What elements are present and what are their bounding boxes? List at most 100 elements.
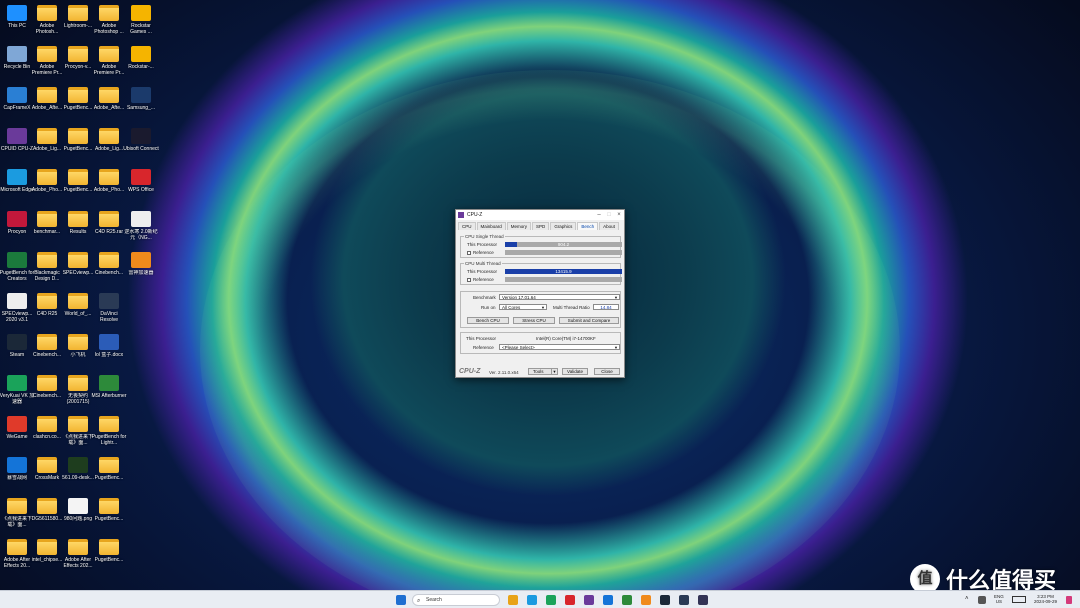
app-icon [7, 251, 27, 268]
desktop-icon[interactable]: PugetBenc... [91, 539, 127, 563]
folder-icon [37, 169, 57, 186]
language-indicator[interactable]: ENG US [994, 594, 1004, 604]
folder-icon [68, 128, 88, 145]
desktop-icon[interactable]: Rockstar Games ... [123, 5, 159, 35]
folder-icon [99, 210, 119, 227]
search-box[interactable]: ⌕ Search [412, 594, 500, 606]
desktop-icon[interactable]: Cinebench... [91, 251, 127, 276]
desktop-icon-label: PugetBenc... [94, 516, 124, 523]
single-this-label: This Processor [467, 242, 498, 247]
desktop-icon[interactable]: WPS Office [123, 169, 159, 193]
benchmark-version-select[interactable]: Version 17.01.64 ▼ [499, 294, 620, 300]
folder-icon [37, 46, 57, 63]
tab-graphics[interactable]: Graphics [550, 222, 577, 230]
validate-button[interactable]: Validate [562, 368, 588, 375]
notification-bell-icon[interactable] [1066, 596, 1072, 604]
folder-icon [99, 128, 119, 145]
start-icon[interactable] [396, 595, 406, 605]
app-icon [7, 5, 27, 21]
desktop-icon[interactable]: PugetBench for Lightr... [91, 416, 127, 446]
region-code: US [995, 599, 1003, 604]
single-reference-checkbox[interactable] [467, 250, 471, 255]
tab-spd[interactable]: SPD [532, 222, 550, 230]
tab-cpu[interactable]: CPU [458, 222, 476, 230]
desktop-icon[interactable]: MSI Afterburner [91, 374, 127, 399]
folder-icon [7, 498, 27, 515]
cpuz-tab-bar: CPU Mainboard Memory SPD Graphics Bench About [456, 222, 624, 230]
app-icon [131, 251, 151, 268]
app-icon [7, 416, 27, 432]
tray-app-icon[interactable] [978, 596, 986, 604]
taskbar-app-icon[interactable] [698, 595, 708, 605]
tab-bench[interactable]: Bench [577, 222, 599, 230]
close-icon[interactable]: × [614, 212, 624, 218]
maximize-icon[interactable]: □ [604, 212, 614, 218]
desktop-icon-label: PugetBench for Lightr... [91, 434, 127, 446]
taskbar-app-icon[interactable] [679, 595, 689, 605]
taskbar-app-icon[interactable] [622, 595, 632, 605]
taskbar-app-icon[interactable] [527, 595, 537, 605]
desktop-icon[interactable]: Ubisoft Connect [123, 128, 159, 152]
taskbar-app-icon[interactable] [565, 595, 575, 605]
desktop-icon[interactable]: Adobe_Pho... [91, 169, 127, 193]
search-icon: ⌕ [417, 598, 421, 604]
taskbar-app-icon[interactable] [641, 595, 651, 605]
single-this-bar: 904.2 [505, 242, 622, 247]
multi-thread-title: CPU Multi Thread [464, 261, 502, 266]
desktop-icon[interactable]: lol 盒子.docx [91, 333, 127, 358]
runon-value: All Cores [502, 305, 521, 310]
desktop-icon[interactable]: DaVinci Resolve [91, 292, 127, 323]
chevron-up-icon[interactable]: ˄ [965, 596, 969, 602]
ratio-value: 14.84 [593, 304, 619, 310]
taskbar-app-icon[interactable] [584, 595, 594, 605]
folder-icon [99, 5, 119, 21]
folder-icon [68, 5, 88, 21]
window-title: CPU-Z [467, 212, 483, 218]
tab-mainboard[interactable]: Mainboard [476, 222, 506, 230]
chevron-down-icon[interactable]: ▼ [551, 369, 557, 375]
taskbar-app-icon[interactable] [660, 595, 670, 605]
folder-icon [37, 128, 57, 145]
taskbar-app-icon[interactable] [603, 595, 613, 605]
desktop-icon[interactable]: 雷神加速器 [123, 251, 159, 276]
taskbar-app-icon[interactable] [546, 595, 556, 605]
desktop-icon[interactable]: 逆水寒 2.0新纪元（NG... [123, 210, 159, 241]
desktop-icon[interactable]: Adobe_Lig... [91, 128, 127, 152]
multi-reference-checkbox[interactable] [467, 277, 471, 282]
taskbar-app-icon[interactable] [508, 595, 518, 605]
reference-select[interactable]: <Please Select> ▼ [499, 344, 620, 350]
app-icon [131, 210, 151, 227]
desktop-icon[interactable]: Adobe Photoshop ... [91, 5, 127, 35]
runon-select[interactable]: All Cores ▼ [499, 304, 547, 310]
desktop-icon[interactable]: Adobe_Afte... [91, 87, 127, 111]
app-icon [131, 169, 151, 186]
minimize-icon[interactable]: – [594, 212, 604, 218]
desktop-icon[interactable]: Adobe Premiere Pr... [91, 46, 127, 76]
folder-icon [37, 5, 57, 21]
multi-reference-bar [505, 277, 622, 282]
desktop-icon[interactable]: C4D R25.rar [91, 210, 127, 235]
tools-label: Tools [533, 369, 544, 374]
stress-cpu-button[interactable]: Stress CPU [513, 317, 555, 324]
chevron-down-icon: ▼ [614, 295, 618, 300]
desktop-icon[interactable]: Rockstar-... [123, 46, 159, 70]
network-volume-icon[interactable] [1012, 596, 1026, 603]
single-reference-bar [505, 250, 622, 255]
desktop-icon-label: 雷神加速器 [128, 269, 154, 276]
close-button[interactable]: Close [594, 368, 620, 375]
desktop-icon[interactable]: PugetBenc... [91, 498, 127, 522]
app-icon [68, 457, 88, 474]
bench-cpu-button[interactable]: Bench CPU [467, 317, 509, 324]
submit-compare-button[interactable]: Submit and Compare [559, 317, 619, 324]
tools-button[interactable]: Tools ▼ [528, 368, 558, 375]
ratio-label: Multi Thread Ratio [553, 305, 590, 310]
clock[interactable]: 3:23 PM 2024-09-29 [1034, 594, 1057, 604]
tab-about[interactable]: About [599, 222, 619, 230]
tab-memory[interactable]: Memory [506, 222, 532, 230]
desktop-icon-label: PugetBenc... [94, 557, 124, 564]
desktop-icon[interactable]: Samsung_... [123, 87, 159, 111]
cpuz-titlebar[interactable]: CPU-Z – □ × [456, 210, 624, 220]
folder-icon [99, 498, 119, 515]
processor-info-group: This Processor Intel(R) Core(TM) i7-1470… [460, 332, 621, 354]
desktop-icon[interactable]: PugetBenc... [91, 457, 127, 481]
